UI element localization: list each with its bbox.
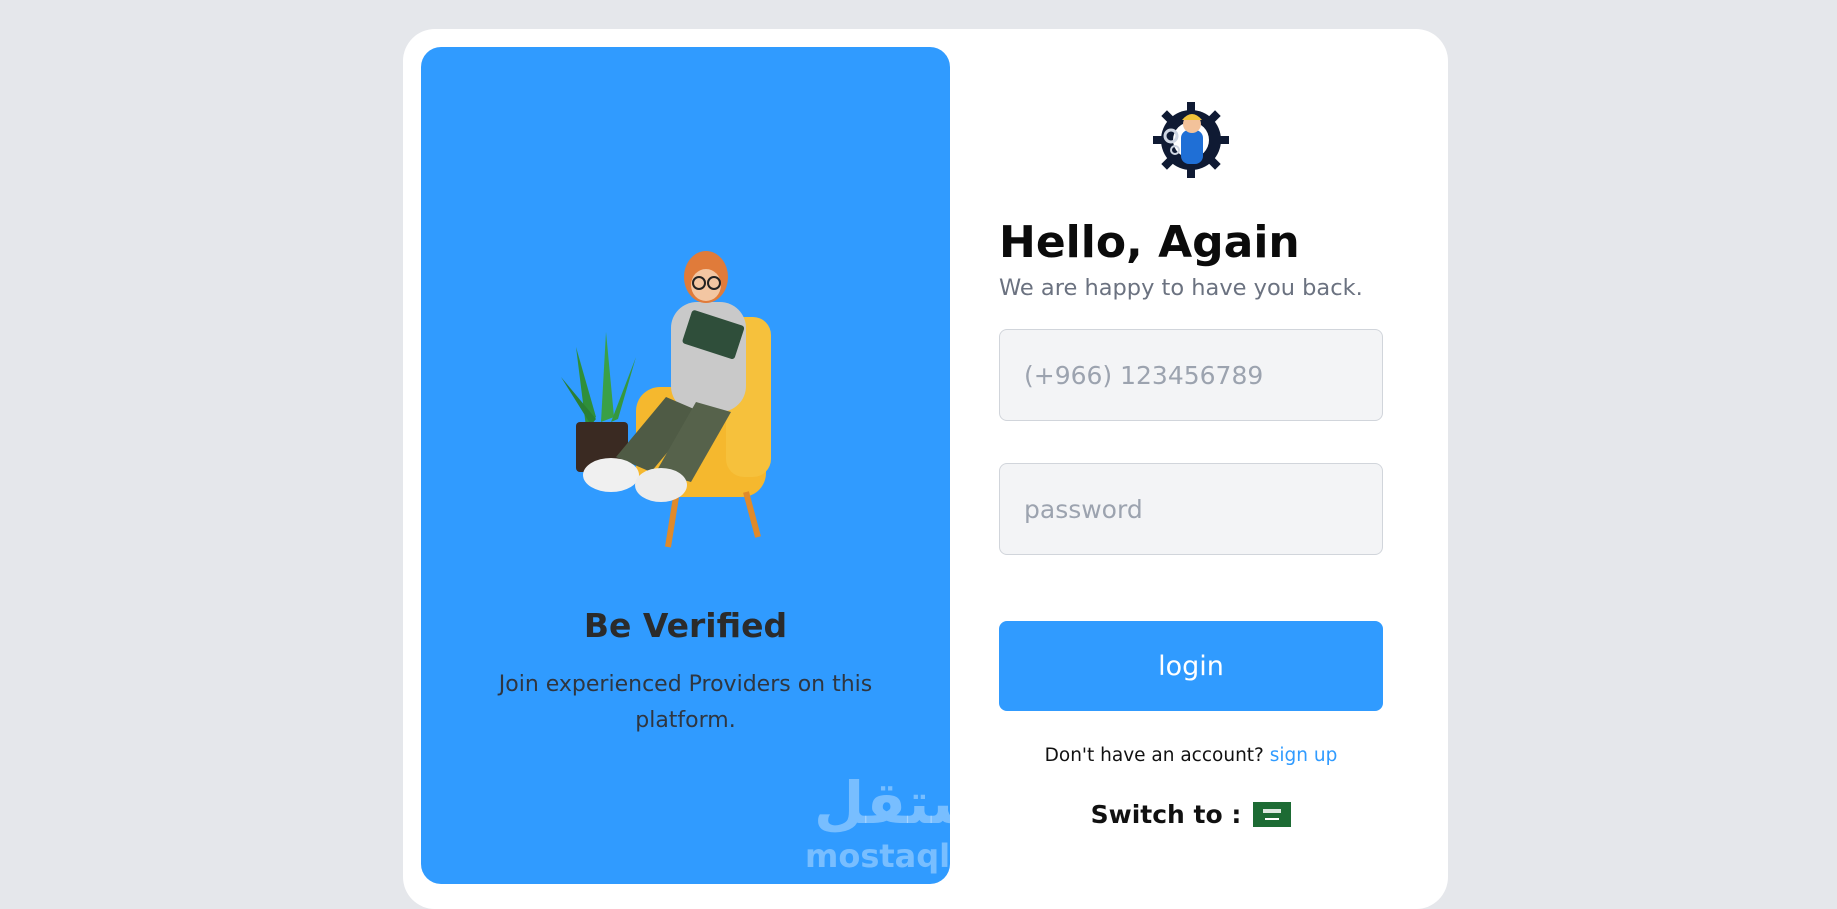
no-account-text: Don't have an account? (1044, 745, 1264, 766)
login-form: Hello, Again We are happy to have you ba… (999, 29, 1383, 909)
page-subtitle: We are happy to have you back. (999, 275, 1363, 301)
promo-subtitle: Join experienced Providers on this platf… (498, 672, 873, 733)
language-switch: Switch to : (999, 800, 1383, 829)
signup-link[interactable]: sign up (1270, 745, 1338, 766)
promo-title: Be Verified (583, 606, 788, 645)
switch-label: Switch to : (1090, 800, 1242, 829)
saudi-flag-icon[interactable] (1253, 802, 1292, 827)
login-card: Be Verified Join experienced Providers o… (403, 29, 1448, 909)
phone-input[interactable] (999, 329, 1383, 421)
password-input[interactable] (999, 463, 1383, 555)
login-button[interactable]: login (999, 621, 1383, 711)
signup-row: Don't have an account? sign up (999, 745, 1383, 766)
mechanic-gear-logo-icon (1153, 102, 1229, 178)
page-title: Hello, Again (999, 217, 1300, 268)
promo-panel: Be Verified Join experienced Providers o… (421, 47, 950, 884)
person-reading-illustration (561, 251, 771, 548)
